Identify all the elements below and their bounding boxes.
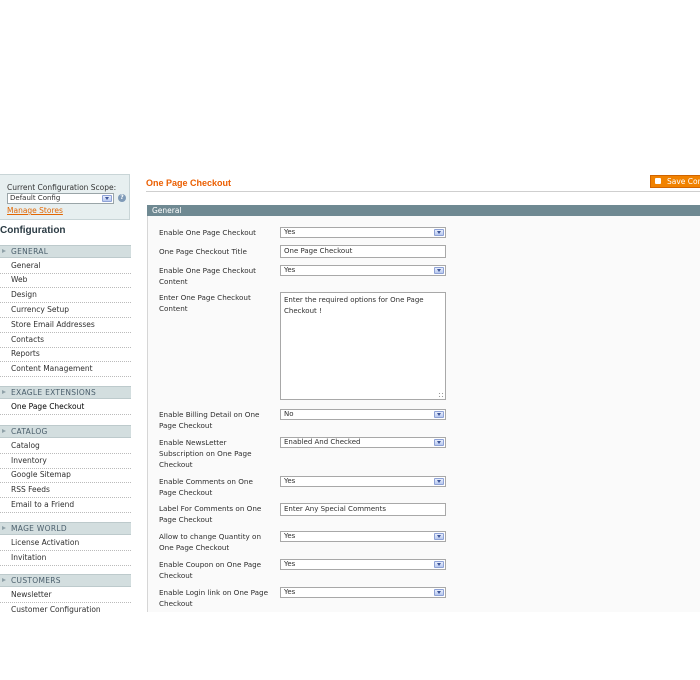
chevron-down-icon: [434, 411, 444, 418]
manage-stores-link[interactable]: Manage Stores: [7, 206, 63, 215]
section-header-general[interactable]: General: [147, 205, 700, 216]
triangle-right-icon: [2, 526, 6, 530]
scope-select[interactable]: Default Config: [7, 193, 114, 204]
page-title: One Page Checkout: [146, 178, 232, 188]
section-title: General: [152, 206, 182, 215]
enable-one-page-checkout-select[interactable]: Yes: [280, 227, 446, 238]
enable-content-select[interactable]: Yes: [280, 265, 446, 276]
sidebar-item-customer-configuration[interactable]: Customer Configuration: [0, 603, 131, 614]
one-page-checkout-title-input[interactable]: One Page Checkout: [280, 245, 446, 258]
chevron-down-icon: [434, 439, 444, 446]
content-textarea[interactable]: Enter the required options for One Page …: [280, 292, 446, 400]
triangle-right-icon: [2, 429, 6, 433]
sidebar-item-general[interactable]: General: [0, 259, 131, 274]
chevron-down-icon: [434, 533, 444, 540]
nav-group-general[interactable]: GENERAL: [0, 245, 131, 258]
sidebar-item-newsletter[interactable]: Newsletter: [0, 588, 131, 603]
change-quantity-select[interactable]: Yes: [280, 531, 446, 542]
chevron-down-icon: [434, 267, 444, 274]
enable-coupon-select[interactable]: Yes: [280, 559, 446, 570]
chevron-down-icon: [434, 478, 444, 485]
select-value: Yes: [284, 560, 296, 568]
login-link-select[interactable]: Yes: [280, 587, 446, 598]
nav-group-title: CUSTOMERS: [11, 576, 61, 585]
chevron-down-icon: [434, 229, 444, 236]
nav-group-title: GENERAL: [11, 247, 49, 256]
sidebar-item-contacts[interactable]: Contacts: [0, 333, 131, 348]
sidebar-item-store-email-addresses[interactable]: Store Email Addresses: [0, 318, 131, 333]
help-icon[interactable]: ?: [118, 194, 126, 202]
save-config-button[interactable]: Save Config: [650, 175, 700, 188]
field-label-billing-detail: Enable Billing Detail on One Page Checko…: [159, 410, 260, 430]
sidebar-item-catalog[interactable]: Catalog: [0, 439, 131, 454]
field-label-newsletter-subscription: Enable NewsLetter Subscription on One Pa…: [159, 438, 252, 469]
scope-switcher: Current Configuration Scope: Default Con…: [0, 174, 130, 220]
comments-label-input[interactable]: Enter Any Special Comments: [280, 503, 446, 516]
nav-group-mage-world[interactable]: MAGE WORLD: [0, 522, 131, 535]
sidebar-item-web[interactable]: Web: [0, 273, 131, 288]
field-label-enable-comments: Enable Comments on One Page Checkout: [159, 477, 253, 497]
select-value: Yes: [284, 266, 296, 274]
triangle-right-icon: [2, 578, 6, 582]
sidebar-item-license-activation[interactable]: License Activation: [0, 536, 131, 551]
chevron-down-icon: [434, 589, 444, 596]
enable-comments-select[interactable]: Yes: [280, 476, 446, 487]
chevron-down-icon: [434, 561, 444, 568]
field-label-change-quantity: Allow to change Quantity on One Page Che…: [159, 532, 262, 552]
sidebar-item-inventory[interactable]: Inventory: [0, 454, 131, 469]
field-label-one-page-checkout-title: One Page Checkout Title: [159, 247, 247, 256]
sidebar-item-google-sitemap[interactable]: Google Sitemap: [0, 468, 131, 483]
textarea-value: Enter the required options for One Page …: [284, 296, 424, 315]
sidebar-item-design[interactable]: Design: [0, 288, 131, 303]
nav-group-catalog[interactable]: CATALOG: [0, 425, 131, 438]
scope-label: Current Configuration Scope:: [7, 183, 117, 192]
nav-group-title: EXAGLE EXTENSIONS: [11, 388, 97, 397]
field-label-enable-one-page-checkout: Enable One Page Checkout: [159, 228, 256, 237]
sidebar-item-email-to-a-friend[interactable]: Email to a Friend: [0, 498, 131, 513]
select-value: Yes: [284, 228, 296, 236]
sidebar-item-currency-setup[interactable]: Currency Setup: [0, 303, 131, 318]
field-label-enable-coupon: Enable Coupon on One Page Checkout: [159, 560, 262, 580]
billing-detail-select[interactable]: No: [280, 409, 446, 420]
triangle-right-icon: [2, 390, 6, 394]
newsletter-subscription-select[interactable]: Enabled And Checked: [280, 437, 446, 448]
select-value: Yes: [284, 588, 296, 596]
resize-grip-icon[interactable]: [438, 392, 444, 398]
sidebar-item-content-management[interactable]: Content Management: [0, 362, 131, 377]
nav-group-title: MAGE WORLD: [11, 524, 67, 533]
field-label-login-link: Enable Login link on One Page Checkout: [159, 588, 268, 608]
save-config-label: Save Config: [667, 177, 700, 186]
sidebar-item-reports[interactable]: Reports: [0, 347, 131, 362]
triangle-right-icon: [2, 249, 6, 253]
sidebar-item-invitation[interactable]: Invitation: [0, 551, 131, 566]
field-label-enable-content: Enable One Page Checkout Content: [159, 266, 256, 286]
scope-select-value: Default Config: [10, 194, 61, 202]
title-divider: [146, 191, 700, 192]
sidebar-item-one-page-checkout[interactable]: One Page Checkout: [0, 400, 131, 415]
sidebar-item-rss-feeds[interactable]: RSS Feeds: [0, 483, 131, 498]
select-value: Yes: [284, 532, 296, 540]
field-label-comments-label: Label For Comments on One Page Checkout: [159, 504, 262, 524]
field-label-enter-content: Enter One Page Checkout Content: [159, 293, 251, 313]
save-icon: [655, 178, 661, 184]
nav-group-title: CATALOG: [11, 427, 48, 436]
sidebar: Current Configuration Scope: Default Con…: [0, 174, 131, 614]
nav-group-customers[interactable]: CUSTOMERS: [0, 574, 131, 587]
select-value: Yes: [284, 477, 296, 485]
select-value: No: [284, 410, 294, 418]
chevron-down-icon: [102, 195, 112, 202]
nav-group-exagle-extensions[interactable]: EXAGLE EXTENSIONS: [0, 386, 131, 399]
select-value: Enabled And Checked: [284, 438, 361, 446]
configuration-heading: Configuration: [0, 225, 66, 236]
